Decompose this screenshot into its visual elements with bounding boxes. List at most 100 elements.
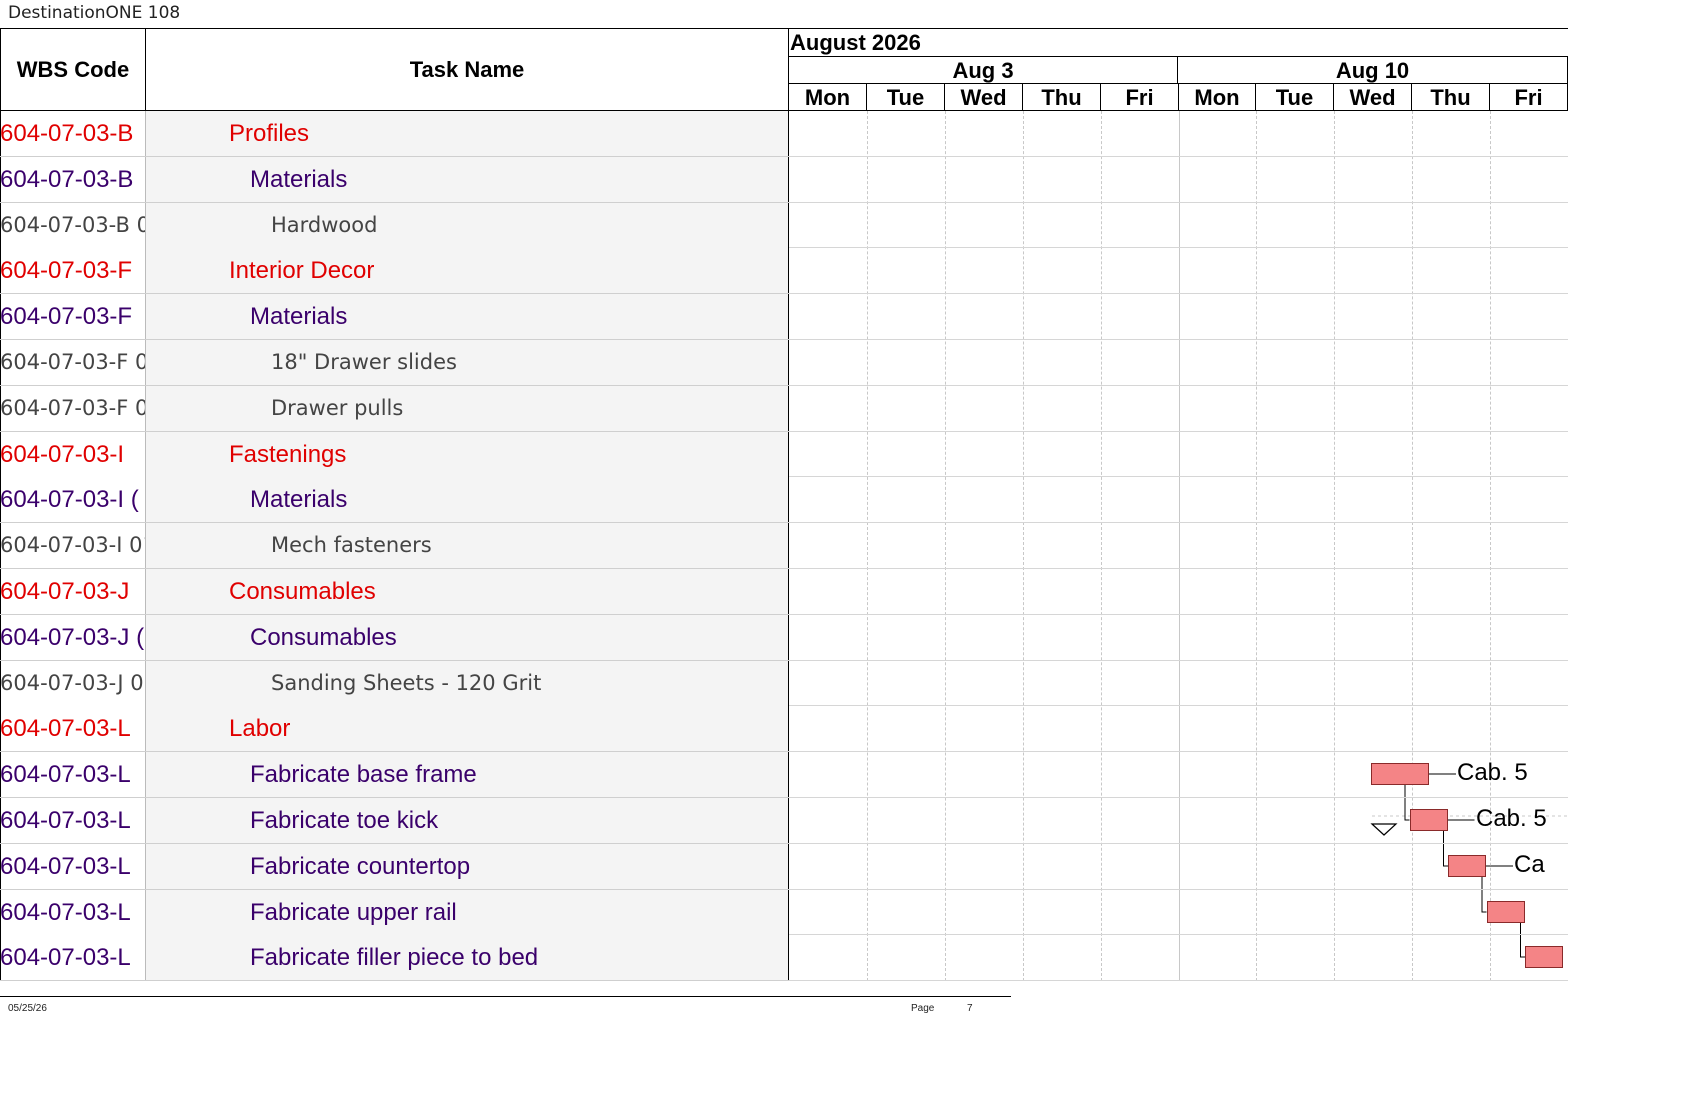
task-name-text: Fabricate toe kick — [250, 807, 439, 834]
wbs-code-cell[interactable]: 604-07-03-B — [0, 111, 146, 156]
row-gridline — [789, 522, 1568, 523]
task-name-cell[interactable]: Hardwood — [146, 203, 789, 248]
task-name-text: Fabricate filler piece to bed — [250, 944, 539, 971]
day-gridline — [1412, 111, 1413, 981]
wbs-code-cell[interactable]: 604-07-03-L — [0, 935, 146, 980]
timescale-week: Aug 3 — [789, 57, 1178, 84]
wbs-code-cell[interactable]: 604-07-03-I — [0, 432, 146, 477]
task-bar[interactable] — [1410, 809, 1448, 831]
task-name-cell[interactable]: Consumables — [146, 569, 789, 614]
task-bar[interactable] — [1371, 763, 1429, 785]
footer-page-number: 7 — [967, 1003, 973, 1014]
task-name-cell[interactable]: Fabricate base frame — [146, 752, 789, 797]
task-bar[interactable] — [1525, 946, 1563, 968]
table-row[interactable]: 604-07-03-F Interior Decor — [0, 248, 789, 294]
wbs-code-text: 604-07-03-F — [0, 303, 133, 330]
table-row[interactable]: 604-07-03-L Fabricate base frame — [0, 752, 789, 798]
wbs-code-text: 604-07-03-L — [0, 944, 131, 971]
task-name-cell[interactable]: Materials — [146, 477, 789, 522]
table-row[interactable]: 604-07-03-I Fastenings — [0, 432, 789, 478]
task-bar[interactable] — [1487, 901, 1525, 923]
row-gridline — [789, 934, 1568, 935]
dependency-link — [1404, 785, 1410, 821]
row-gridline — [789, 431, 1568, 432]
wbs-code-text: 604-07-03-I ( — [0, 486, 139, 513]
task-name-cell[interactable]: Mech fasteners — [146, 523, 789, 568]
table-row[interactable]: 604-07-03-I ( Materials — [0, 477, 789, 523]
task-bar-label: Cab. 5 — [1476, 805, 1547, 832]
gantt-sheet: WBS Code Task Name August 2026 Aug 3 Aug… — [0, 28, 1568, 981]
task-name-cell[interactable]: Drawer pulls — [146, 386, 789, 431]
task-name-cell[interactable]: Sanding Sheets - 120 Grit — [146, 661, 789, 706]
task-name-text: Fabricate upper rail — [250, 899, 457, 926]
wbs-code-cell[interactable]: 604-07-03-L — [0, 706, 146, 751]
wbs-code-text: 604-07-03-L — [0, 761, 131, 788]
row-gridline — [789, 247, 1568, 248]
wbs-code-cell[interactable]: 604-07-03-F — [0, 294, 146, 339]
wbs-code-cell[interactable]: 604-07-03-L — [0, 844, 146, 889]
task-name-cell[interactable]: Interior Decor — [146, 248, 789, 293]
task-name-text: Interior Decor — [229, 257, 375, 284]
task-name-cell[interactable]: Fabricate toe kick — [146, 798, 789, 843]
wbs-code-cell[interactable]: 604-07-03-L — [0, 798, 146, 843]
table-row[interactable]: 604-07-03-B 0 Hardwood — [0, 203, 789, 249]
wbs-code-cell[interactable]: 604-07-03-B 0 — [0, 203, 146, 248]
table-row[interactable]: 604-07-03-I 01 Mech fasteners — [0, 523, 789, 569]
task-name-cell[interactable]: Materials — [146, 294, 789, 339]
task-name-text: Materials — [250, 166, 348, 193]
task-name-text: Hardwood — [271, 213, 378, 237]
task-name-text: Materials — [250, 486, 348, 513]
dependency-link — [1481, 877, 1487, 913]
wbs-code-text: 604-07-03-B — [0, 120, 134, 147]
table-row[interactable]: 604-07-03-B Profiles — [0, 111, 789, 157]
timescale-day: Thu — [1412, 84, 1490, 111]
table-row[interactable]: 604-07-03-J 01 Sanding Sheets - 120 Grit — [0, 661, 789, 707]
wbs-code-cell[interactable]: 604-07-03-L — [0, 752, 146, 797]
wbs-code-cell[interactable]: 604-07-03-L — [0, 890, 146, 935]
task-name-cell[interactable]: Fabricate countertop — [146, 844, 789, 889]
task-bar-label: Ca — [1514, 851, 1545, 878]
table-row[interactable]: 604-07-03-J Consumables — [0, 569, 789, 615]
task-name-cell[interactable]: Fabricate filler piece to bed — [146, 935, 789, 980]
task-bar[interactable] — [1448, 855, 1486, 877]
timescale-day: Fri — [1101, 84, 1179, 111]
day-gridline — [1101, 111, 1102, 981]
task-name-cell[interactable]: Profiles — [146, 111, 789, 156]
wbs-code-cell[interactable]: 604-07-03-I 01 — [0, 523, 146, 568]
task-name-text: Fabricate countertop — [250, 853, 471, 880]
table-row[interactable]: 604-07-03-F 0 18" Drawer slides — [0, 340, 789, 386]
column-header-task-name[interactable]: Task Name — [146, 29, 789, 111]
table-row[interactable]: 604-07-03-L Fabricate toe kick — [0, 798, 789, 844]
wbs-code-cell[interactable]: 604-07-03-J ( — [0, 615, 146, 660]
task-name-cell[interactable]: Consumables — [146, 615, 789, 660]
task-name-cell[interactable]: 18" Drawer slides — [146, 340, 789, 385]
wbs-code-text: 604-07-03-J 01 — [0, 671, 146, 695]
wbs-code-cell[interactable]: 604-07-03-F 0 — [0, 386, 146, 431]
table-row[interactable]: 604-07-03-L Labor — [0, 706, 789, 752]
wbs-code-cell[interactable]: 604-07-03-I ( — [0, 477, 146, 522]
wbs-code-cell[interactable]: 604-07-03-J — [0, 569, 146, 614]
column-header-wbs[interactable]: WBS Code — [0, 29, 146, 111]
table-row[interactable]: 604-07-03-F 0 Drawer pulls — [0, 386, 789, 432]
table-row[interactable]: 604-07-03-J ( Consumables — [0, 615, 789, 661]
task-name-text: Consumables — [250, 624, 397, 651]
row-gridline — [789, 156, 1568, 157]
table-row[interactable]: 604-07-03-L Fabricate countertop — [0, 844, 789, 890]
table-row[interactable]: 604-07-03-L Fabricate upper rail — [0, 890, 789, 936]
wbs-code-cell[interactable]: 604-07-03-F — [0, 248, 146, 293]
day-gridline — [867, 111, 868, 981]
row-gridline — [789, 202, 1568, 203]
wbs-code-text: 604-07-03-F 0 — [0, 396, 146, 420]
table-row[interactable]: 604-07-03-B Materials — [0, 157, 789, 203]
task-name-cell[interactable]: Labor — [146, 706, 789, 751]
task-name-cell[interactable]: Fabricate upper rail — [146, 890, 789, 935]
wbs-code-cell[interactable]: 604-07-03-J 01 — [0, 661, 146, 706]
table-row[interactable]: 604-07-03-F Materials — [0, 294, 789, 340]
summary-collapse-marker[interactable] — [1370, 823, 1398, 836]
wbs-code-cell[interactable]: 604-07-03-B — [0, 157, 146, 202]
wbs-code-cell[interactable]: 604-07-03-F 0 — [0, 340, 146, 385]
wbs-code-text: 604-07-03-L — [0, 715, 131, 742]
task-name-cell[interactable]: Fastenings — [146, 432, 789, 477]
task-name-cell[interactable]: Materials — [146, 157, 789, 202]
table-row[interactable]: 604-07-03-L Fabricate filler piece to bed — [0, 935, 789, 981]
